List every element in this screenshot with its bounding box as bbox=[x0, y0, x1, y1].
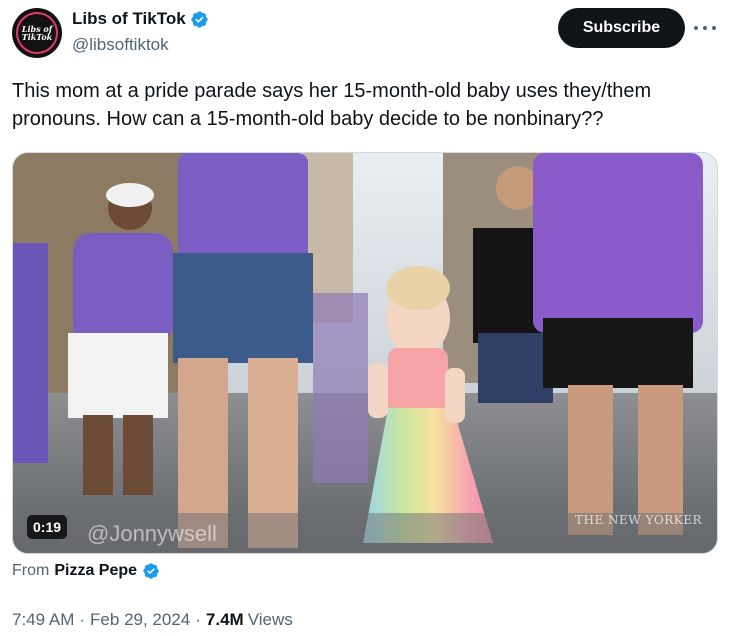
tweet-time[interactable]: 7:49 AM bbox=[12, 610, 74, 630]
more-horizontal-icon[interactable] bbox=[694, 18, 716, 38]
source-attribution: From Pizza Pepe bbox=[12, 562, 160, 580]
video-player[interactable]: 0:19 @Jonnywsell THE NEW YORKER bbox=[12, 152, 718, 554]
tweet-metadata: 7:49 AM · Feb 29, 2024 · 7.4M Views bbox=[12, 610, 293, 630]
avatar[interactable]: Libs of TikTok bbox=[12, 8, 62, 58]
author-display-name[interactable]: Libs of TikTok bbox=[72, 9, 186, 29]
author-handle[interactable]: @libsoftiktok bbox=[72, 35, 169, 55]
from-label: From bbox=[12, 562, 50, 579]
subscribe-button[interactable]: Subscribe bbox=[558, 8, 685, 48]
video-watermark-right: THE NEW YORKER bbox=[575, 513, 703, 527]
tweet-date[interactable]: Feb 29, 2024 bbox=[90, 610, 190, 630]
views-count: 7.4M bbox=[205, 610, 244, 629]
from-user-link[interactable]: Pizza Pepe bbox=[54, 562, 137, 580]
video-duration: 0:19 bbox=[27, 515, 68, 539]
tweet-text: This mom at a pride parade says her 15-m… bbox=[12, 80, 652, 130]
avatar-logo: Libs of TikTok bbox=[16, 12, 58, 54]
avatar-text-line2: TikTok bbox=[21, 32, 53, 42]
video-frame bbox=[13, 153, 717, 553]
views-label: Views bbox=[247, 610, 293, 629]
separator-dot: · bbox=[79, 610, 86, 629]
video-watermark-left: @Jonnywsell bbox=[87, 521, 217, 546]
verified-badge-icon bbox=[143, 563, 159, 579]
separator-dot: · bbox=[195, 610, 201, 629]
verified-badge-icon[interactable] bbox=[190, 10, 209, 29]
author-name-row: Libs of TikTok bbox=[72, 9, 209, 29]
